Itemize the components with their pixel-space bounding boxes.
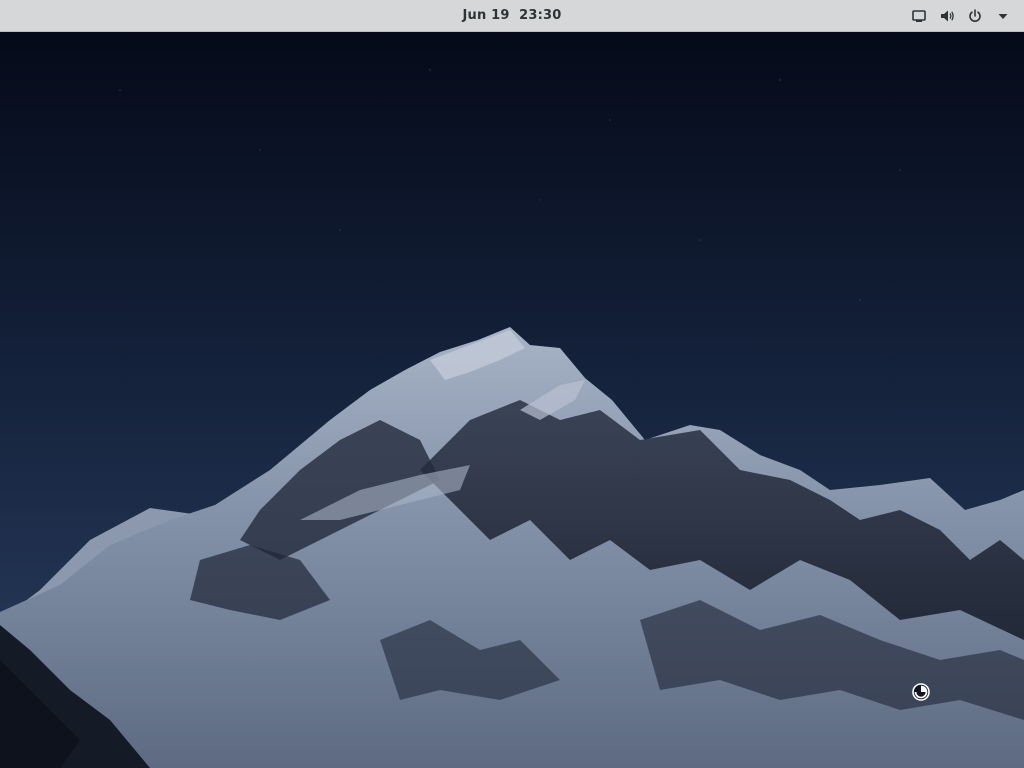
display-icon[interactable] [910,7,928,25]
system-status-area[interactable] [910,0,1012,31]
top-bar: Jun 19 23:30 [0,0,1024,32]
volume-icon[interactable] [938,7,956,25]
busy-cursor-icon [911,682,931,702]
power-icon[interactable] [966,7,984,25]
desktop-screen: Jun 19 23:30 [0,0,1024,768]
clock-button[interactable]: Jun 19 23:30 [462,0,561,31]
clock-date: Jun 19 [462,8,510,23]
wallpaper-mountain [0,32,1024,768]
clock-time: 23:30 [519,8,562,23]
menu-arrow-icon[interactable] [994,7,1012,25]
